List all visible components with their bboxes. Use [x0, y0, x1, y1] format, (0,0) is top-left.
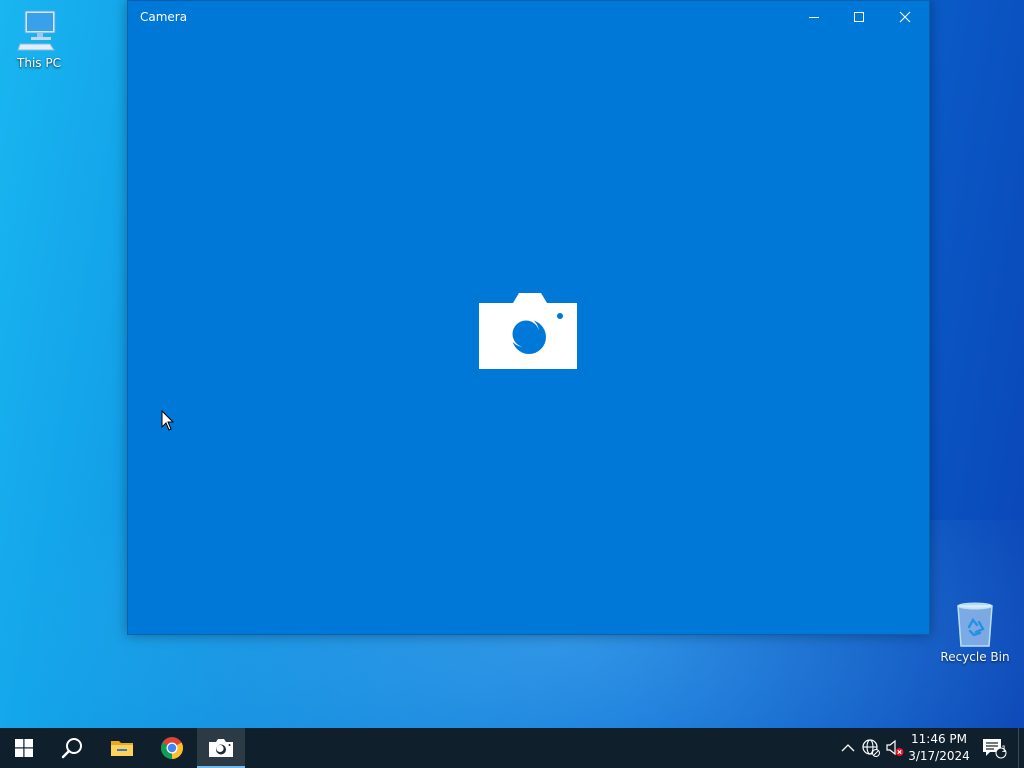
search-icon	[61, 738, 82, 759]
maximize-icon	[854, 12, 864, 22]
maximize-button[interactable]	[836, 1, 882, 33]
desktop-icon-recycle-bin[interactable]: Recycle Bin	[937, 600, 1013, 664]
volume-muted-icon	[886, 739, 904, 756]
chrome-icon	[161, 737, 183, 759]
taskbar: 11:46 PM 3/17/2024 1	[0, 728, 1024, 768]
file-explorer-button[interactable]	[98, 728, 146, 768]
camera-icon	[209, 739, 233, 757]
desktop-icon-this-pc[interactable]: This PC	[1, 8, 77, 70]
close-icon	[899, 11, 911, 23]
mouse-cursor-icon	[161, 410, 175, 431]
computer-icon	[17, 10, 56, 51]
camera-taskbar-button[interactable]	[197, 728, 245, 768]
start-button[interactable]	[0, 728, 48, 768]
show-desktop-button[interactable]	[1018, 728, 1024, 768]
close-button[interactable]	[882, 1, 928, 33]
clock-time: 11:46 PM	[911, 732, 967, 746]
clock-date: 3/17/2024	[908, 749, 970, 763]
camera-icon	[479, 293, 577, 369]
title-bar[interactable]: Camera	[128, 1, 929, 33]
recycle-bin-icon	[957, 602, 993, 647]
minimize-button[interactable]	[791, 1, 837, 33]
window-title: Camera	[140, 10, 188, 24]
action-center-button[interactable]: 1	[976, 728, 1012, 768]
notification-count: 1	[1001, 745, 1007, 755]
network-button[interactable]	[861, 738, 881, 758]
windows-logo-icon	[15, 739, 33, 757]
desktop-icon-label: This PC	[17, 56, 61, 70]
chrome-button[interactable]	[148, 728, 196, 768]
search-button[interactable]	[48, 728, 96, 768]
volume-button[interactable]	[885, 738, 905, 758]
desktop-icon-label: Recycle Bin	[940, 650, 1010, 664]
show-hidden-icons-button[interactable]	[838, 738, 858, 758]
clock[interactable]: 11:46 PM 3/17/2024	[905, 731, 973, 765]
camera-window[interactable]: Camera	[127, 0, 930, 635]
folder-icon	[111, 741, 133, 756]
chevron-up-icon	[841, 744, 855, 752]
network-icon	[862, 739, 880, 757]
minimize-icon	[809, 17, 819, 18]
